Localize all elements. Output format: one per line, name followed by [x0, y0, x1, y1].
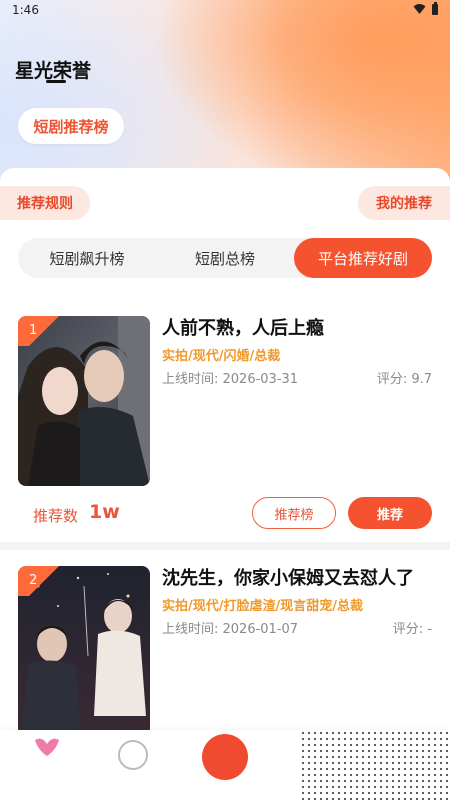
tab-platform-picks[interactable]: 平台推荐好剧 [294, 238, 432, 278]
create-button[interactable] [202, 734, 248, 780]
status-icons [413, 1, 438, 15]
drama-poster[interactable]: 1 [18, 316, 150, 486]
tab-rising[interactable]: 短剧飙升榜 [18, 238, 156, 278]
drama-tags: 实拍/现代/闪婚/总裁 [162, 349, 281, 364]
rank-badge: 2 [18, 566, 62, 596]
battery-icon [432, 1, 438, 15]
bottom-navigation [0, 730, 450, 800]
drama-tags: 实拍/现代/打脸虐渣/现言甜宠/总裁 [162, 599, 363, 614]
drama-score: 评分: 9.7 [376, 372, 432, 387]
drama-ranking-pill[interactable]: 短剧推荐榜 [18, 108, 124, 144]
status-bar: 1:46 [0, 0, 450, 22]
wifi-icon [413, 4, 426, 14]
page-title: 星光荣誉 [15, 60, 92, 82]
rank-number: 2 [29, 573, 38, 588]
tab-overall[interactable]: 短剧总榜 [156, 238, 294, 278]
drama-title[interactable]: 沈先生，你家小保姆又去怼人了 [162, 564, 414, 590]
recommend-rules-button[interactable]: 推荐规则 [0, 186, 90, 220]
release-date: 上线时间: 2026-03-31 [162, 372, 299, 387]
drama-title[interactable]: 人前不熟，人后上瘾 [162, 314, 324, 340]
my-recommend-button[interactable]: 我的推荐 [358, 186, 450, 220]
drama-poster[interactable]: 2 [18, 566, 150, 736]
history-icon[interactable] [118, 740, 148, 770]
recommend-count-label: 推荐数 [33, 507, 79, 525]
hero-banner [0, 0, 450, 190]
drama-card-2[interactable]: 2 沈先生，你家小保姆又去怼人了 实拍/现代/打脸虐渣/现言甜宠/总裁 上线时间… [0, 550, 450, 740]
release-date: 上线时间: 2026-01-07 [162, 622, 299, 637]
ranking-tabs: 短剧飙升榜 短剧总榜 平台推荐好剧 [18, 238, 432, 278]
rank-badge: 1 [18, 316, 62, 346]
home-icon[interactable] [32, 736, 62, 758]
status-time: 1:46 [12, 3, 39, 17]
rank-number: 1 [29, 323, 38, 338]
title-underline [46, 80, 66, 83]
recommend-button[interactable]: 推荐 [348, 497, 432, 529]
ranking-button[interactable]: 推荐榜 [252, 497, 336, 529]
drama-card-1[interactable]: 1 人前不熟，人后上瘾 实拍/现代/闪婚/总裁 上线时间: 2026-03-31… [0, 300, 450, 542]
drama-score: 评分: - [392, 622, 432, 637]
profile-icon[interactable] [300, 730, 450, 800]
recommend-count-value: 1w [89, 501, 120, 523]
